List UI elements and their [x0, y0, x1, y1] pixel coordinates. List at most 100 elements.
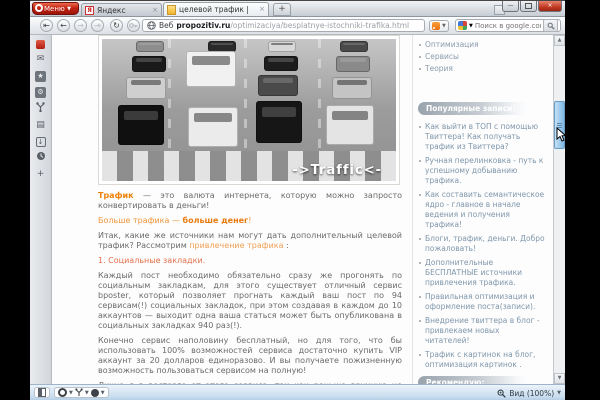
unite-panel-icon[interactable]: [34, 102, 48, 115]
scroll-down-button[interactable]: ▼: [554, 373, 565, 384]
vertical-scrollbar[interactable]: ▲ ▼: [553, 35, 565, 384]
sidebar-category-teoriya[interactable]: Теория: [418, 63, 546, 75]
car: [136, 41, 164, 52]
paragraph: Конечно сервис наполовину бесплатный, но…: [98, 336, 402, 376]
lane-marking: [318, 39, 321, 151]
car: [336, 56, 370, 72]
scroll-up-button[interactable]: ▲: [554, 35, 565, 46]
chevron-down-icon[interactable]: ▼: [442, 20, 446, 32]
globe-icon: [147, 21, 156, 30]
article-image-frame: ->Traffic<-: [98, 35, 400, 185]
password-key-button[interactable]: [127, 19, 140, 32]
chevron-down-icon: ▼: [67, 6, 71, 12]
bookmarks-panel-icon[interactable]: ★: [35, 71, 46, 82]
address-field[interactable]: Веб propozitiv.ru/optimizaciya/besplatny…: [142, 19, 425, 32]
zoom-label: Вид (100%): [509, 389, 554, 398]
opera-link-icon[interactable]: [58, 388, 67, 397]
fork-icon: [36, 102, 45, 112]
popular-post-link[interactable]: Трафик с картинок на блог, оптимизация к…: [418, 350, 546, 370]
paragraph-text: :: [284, 241, 289, 250]
search-button[interactable]: [543, 19, 558, 32]
sidebar-category-optimizaciya[interactable]: Оптимизация: [418, 39, 546, 51]
car: [126, 77, 166, 99]
url-text: propozitiv.ru/optimizaciya/besplatnye-is…: [176, 21, 409, 30]
window-controls: — ×: [502, 1, 562, 12]
browser-window: Меню ▼ Я Яндекс × целевой трафик | × + —…: [30, 0, 565, 400]
tab-title: Яндекс: [97, 6, 149, 15]
popular-post-link[interactable]: Дополнительные БЕСПЛАТНЫЕ источники прив…: [418, 258, 546, 288]
zoom-control[interactable]: Вид (100%) ▼: [497, 387, 561, 399]
fast-forward-button[interactable]: ⇥: [91, 19, 104, 32]
history-panel-icon[interactable]: [34, 151, 48, 164]
chevron-down-icon[interactable]: ▼: [69, 390, 73, 396]
rss-icon: [432, 22, 440, 30]
popular-post-link[interactable]: Блоги, трафик, деньги. Добро пожаловать!: [418, 234, 546, 254]
car: [188, 107, 238, 147]
tab-bar: Меню ▼ Я Яндекс × целевой трафик | × + —…: [30, 1, 565, 17]
close-button[interactable]: ×: [538, 1, 562, 12]
traffic-attraction-link[interactable]: привлечение трафика: [189, 241, 283, 250]
magnifier-icon: [547, 22, 555, 30]
address-mode-label: Веб: [159, 21, 173, 30]
car: [132, 56, 166, 72]
popular-post-link[interactable]: Как составить семантическое ядро - главн…: [418, 190, 546, 230]
rewind-button[interactable]: ⇤: [40, 19, 53, 32]
tab-title: целевой трафик |: [179, 5, 256, 14]
sidebar-category-servisy[interactable]: Сервисы: [418, 51, 546, 63]
search-input[interactable]: [475, 22, 541, 30]
opera-logo-icon: [35, 4, 43, 12]
forward-button[interactable]: →: [74, 19, 87, 32]
mouse-cursor-icon: [555, 127, 567, 143]
reload-button[interactable]: ↻: [110, 19, 123, 32]
image-caption: ->Traffic<-: [292, 163, 382, 178]
clock-icon: [36, 151, 46, 161]
chevron-down-icon[interactable]: ▼: [557, 390, 561, 396]
article-body: Трафик — это валюта интернета, которую м…: [98, 191, 402, 384]
notes-panel-icon[interactable]: ▤: [34, 119, 48, 132]
google-icon: [458, 21, 467, 30]
rss-button[interactable]: ▼: [429, 20, 449, 32]
page-favicon: [167, 5, 176, 15]
downloads-panel-icon[interactable]: ↓: [36, 137, 46, 147]
paragraph-text: Больше трафика —: [98, 216, 183, 225]
speed-dial-icon[interactable]: [36, 40, 45, 49]
popular-post-link[interactable]: Ручная перелинковка - путь к успешному д…: [418, 156, 546, 186]
chevron-down-icon[interactable]: ▼: [101, 390, 105, 396]
chevron-down-icon[interactable]: ▼: [469, 20, 473, 32]
url-path: /optimizaciya/besplatnye-istochniki-traf…: [230, 21, 409, 30]
mail-panel-icon[interactable]: ✉: [34, 53, 48, 66]
back-button[interactable]: ←: [57, 19, 70, 32]
close-tab-icon[interactable]: ×: [259, 6, 265, 13]
popular-post-link[interactable]: Как выйти в ТОП с помощью Твиттера! Как …: [418, 122, 546, 152]
tab-yandex[interactable]: Я Яндекс ×: [81, 3, 162, 16]
maximize-button[interactable]: [520, 1, 537, 12]
popular-post-link[interactable]: Правильная оптимизация и оформление пост…: [418, 292, 546, 312]
paragraph: Каждый пост необходимо обязательно сразу…: [98, 271, 402, 331]
minimize-button[interactable]: —: [502, 1, 519, 12]
car: [268, 41, 296, 52]
paragraph: Итак, какие же источники нам могут дать …: [98, 231, 402, 251]
column-separator: [412, 35, 413, 384]
car: [332, 77, 372, 99]
key-icon: [129, 21, 138, 30]
lane-marking: [168, 39, 171, 151]
opera-menu-button[interactable]: Меню ▼: [32, 2, 79, 15]
traffic-photo: ->Traffic<-: [102, 39, 396, 181]
chevron-down-icon[interactable]: ▼: [85, 390, 89, 396]
url-domain: propozitiv.ru: [176, 21, 230, 30]
tab-active[interactable]: целевой трафик | ×: [163, 2, 269, 16]
opera-turbo-icon[interactable]: [91, 389, 99, 397]
panels-toggle-button[interactable]: [34, 387, 50, 398]
widgets-panel-icon[interactable]: ⚙: [35, 87, 46, 98]
panel-strip: ✉ ★ ⚙ ▤ ↓ +: [30, 35, 52, 384]
car: [264, 56, 298, 71]
opera-unite-icon[interactable]: [75, 388, 83, 397]
popular-posts-header: Популярные записи:: [418, 102, 530, 115]
sidebar: Оптимизация Сервисы Теория Популярные за…: [418, 39, 546, 384]
popular-post-link[interactable]: Внедрение твиттера в блог - привлекаем н…: [418, 316, 546, 346]
close-tab-icon[interactable]: ×: [152, 7, 158, 14]
car: [118, 105, 164, 145]
status-bar: ▼ ▼ ▼ Вид (100%) ▼: [30, 384, 565, 400]
add-panel-button[interactable]: +: [34, 168, 48, 181]
new-tab-button[interactable]: +: [273, 3, 291, 16]
